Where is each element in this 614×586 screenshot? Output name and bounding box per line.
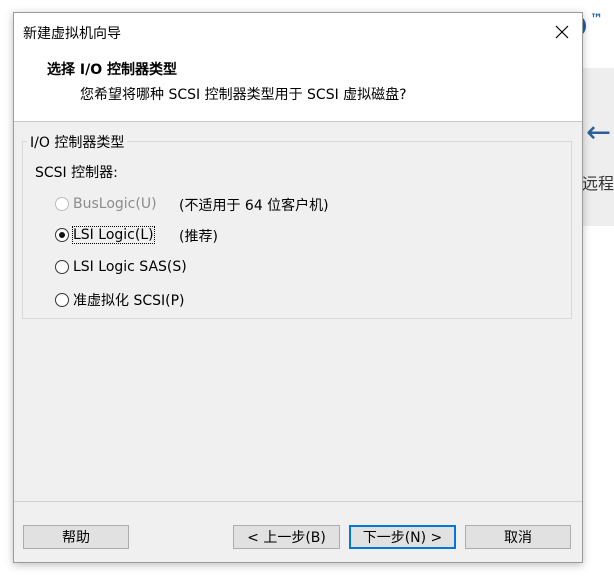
wizard-header: 选择 I/O 控制器类型 您希望将哪种 SCSI 控制器类型用于 SCSI 虚拟… [14,51,582,122]
buslogic-note: (不适用于 64 位客户机) [179,198,329,214]
help-button[interactable]: 帮助 [23,525,129,549]
window-title: 新建虚拟机向导 [23,26,121,42]
radio-buslogic[interactable]: BusLogic(U) [55,196,157,212]
cancel-button[interactable]: 取消 [465,525,571,549]
scsi-controller-label: SCSI 控制器: [35,165,118,181]
radio-button[interactable] [55,260,69,274]
buslogic-label: BusLogic(U) [73,196,157,212]
radio-paravirtual-scsi[interactable]: 准虚拟化 SCSI(P) [55,290,185,310]
io-controller-groupbox: I/O 控制器类型 SCSI 控制器: BusLogic(U) (不适用于 64… [22,132,572,319]
radio-button[interactable] [55,293,69,307]
radio-button-selected[interactable] [55,228,69,242]
close-button[interactable] [548,19,576,45]
radio-button[interactable] [55,197,69,211]
footer-divider [14,501,582,502]
back-button[interactable]: < 上一步(B) [233,525,340,549]
trademark-symbol: ™ [590,12,603,27]
page-title: 选择 I/O 控制器类型 [47,62,177,78]
page-subtitle: 您希望将哪种 SCSI 控制器类型用于 SCSI 虚拟磁盘? [80,87,407,103]
close-icon [555,25,569,39]
background-remote-label: 远程 [582,174,614,193]
radio-lsi-logic[interactable]: LSI Logic(L) [55,226,155,244]
groupbox-legend: I/O 控制器类型 [27,132,128,152]
title-bar: 新建虚拟机向导 [14,13,582,51]
new-vm-wizard-dialog: 新建虚拟机向导 选择 I/O 控制器类型 您希望将哪种 SCSI 控制器类型用于… [13,12,583,563]
arrow-left-icon: ← [586,115,612,150]
paravirtual-scsi-label: 准虚拟化 SCSI(P) [73,293,185,309]
next-button[interactable]: 下一步(N) > [349,525,456,549]
radio-lsi-logic-sas[interactable]: LSI Logic SAS(S) [55,259,187,275]
lsi-logic-sas-label: LSI Logic SAS(S) [73,259,187,275]
lsi-logic-label: LSI Logic(L) [72,226,155,244]
lsi-logic-note: (推荐) [179,229,218,245]
